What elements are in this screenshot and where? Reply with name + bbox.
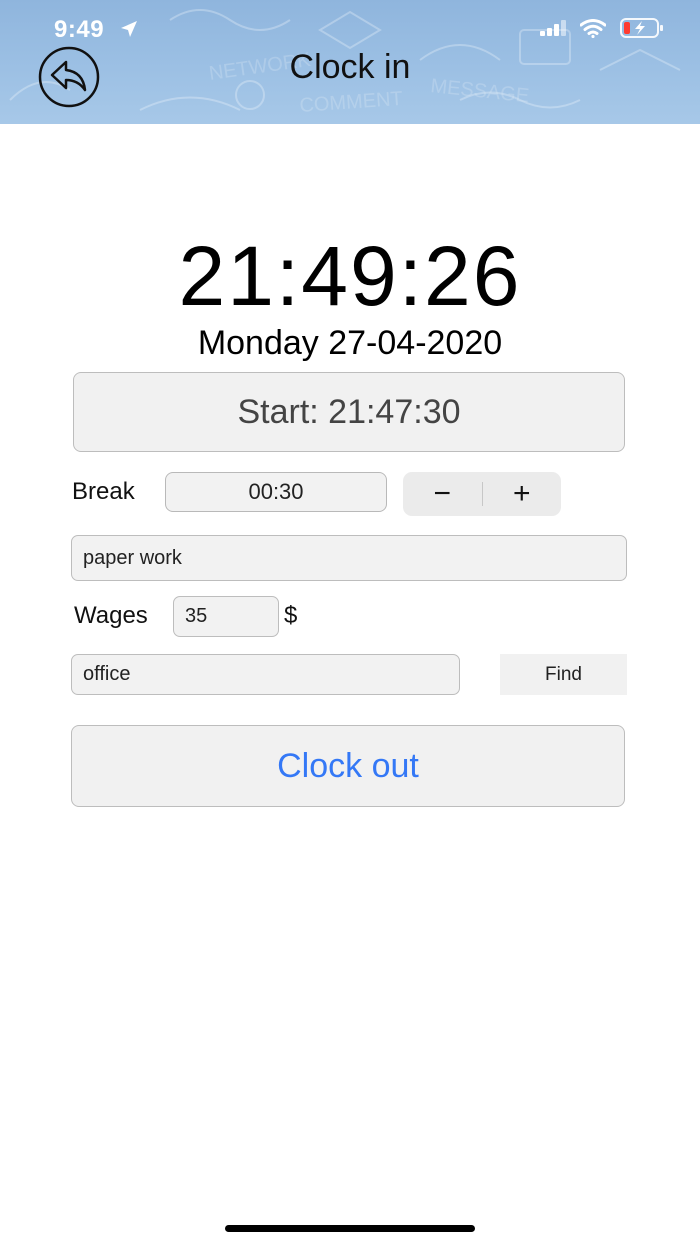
location-arrow-icon <box>121 21 137 37</box>
clock-in-screen: NETWORK MESSAGE COMMENT 9:49 Clock in 21… <box>0 0 700 1244</box>
home-indicator[interactable] <box>225 1225 475 1232</box>
task-input[interactable]: paper work <box>71 535 627 581</box>
status-icons <box>540 18 664 38</box>
cellular-signal-icon <box>540 20 566 36</box>
wages-input[interactable]: 35 <box>173 596 279 637</box>
header-bar: NETWORK MESSAGE COMMENT 9:49 Clock in <box>0 0 700 124</box>
break-stepper: − + <box>403 472 561 516</box>
battery-charging-icon <box>620 18 663 38</box>
currency-symbol: $ <box>284 602 298 629</box>
wifi-icon <box>580 18 606 38</box>
current-date-display: Monday 27-04-2020 <box>197 324 503 362</box>
status-time: 9:49 <box>54 16 105 43</box>
wages-label: Wages <box>74 602 148 629</box>
find-location-button[interactable]: Find <box>500 654 627 695</box>
current-time-display: 21:49:26 <box>178 229 522 323</box>
page-title: Clock in <box>289 48 411 86</box>
location-input[interactable]: office <box>71 654 460 695</box>
break-duration-field[interactable]: 00:30 <box>165 472 387 512</box>
break-increment-button[interactable]: + <box>483 472 562 516</box>
start-time-box: Start: 21:47:30 <box>73 372 625 452</box>
break-label: Break <box>72 478 135 505</box>
svg-text:COMMENT: COMMENT <box>299 88 404 117</box>
break-decrement-button[interactable]: − <box>403 472 482 516</box>
clock-out-button[interactable]: Clock out <box>71 725 625 807</box>
